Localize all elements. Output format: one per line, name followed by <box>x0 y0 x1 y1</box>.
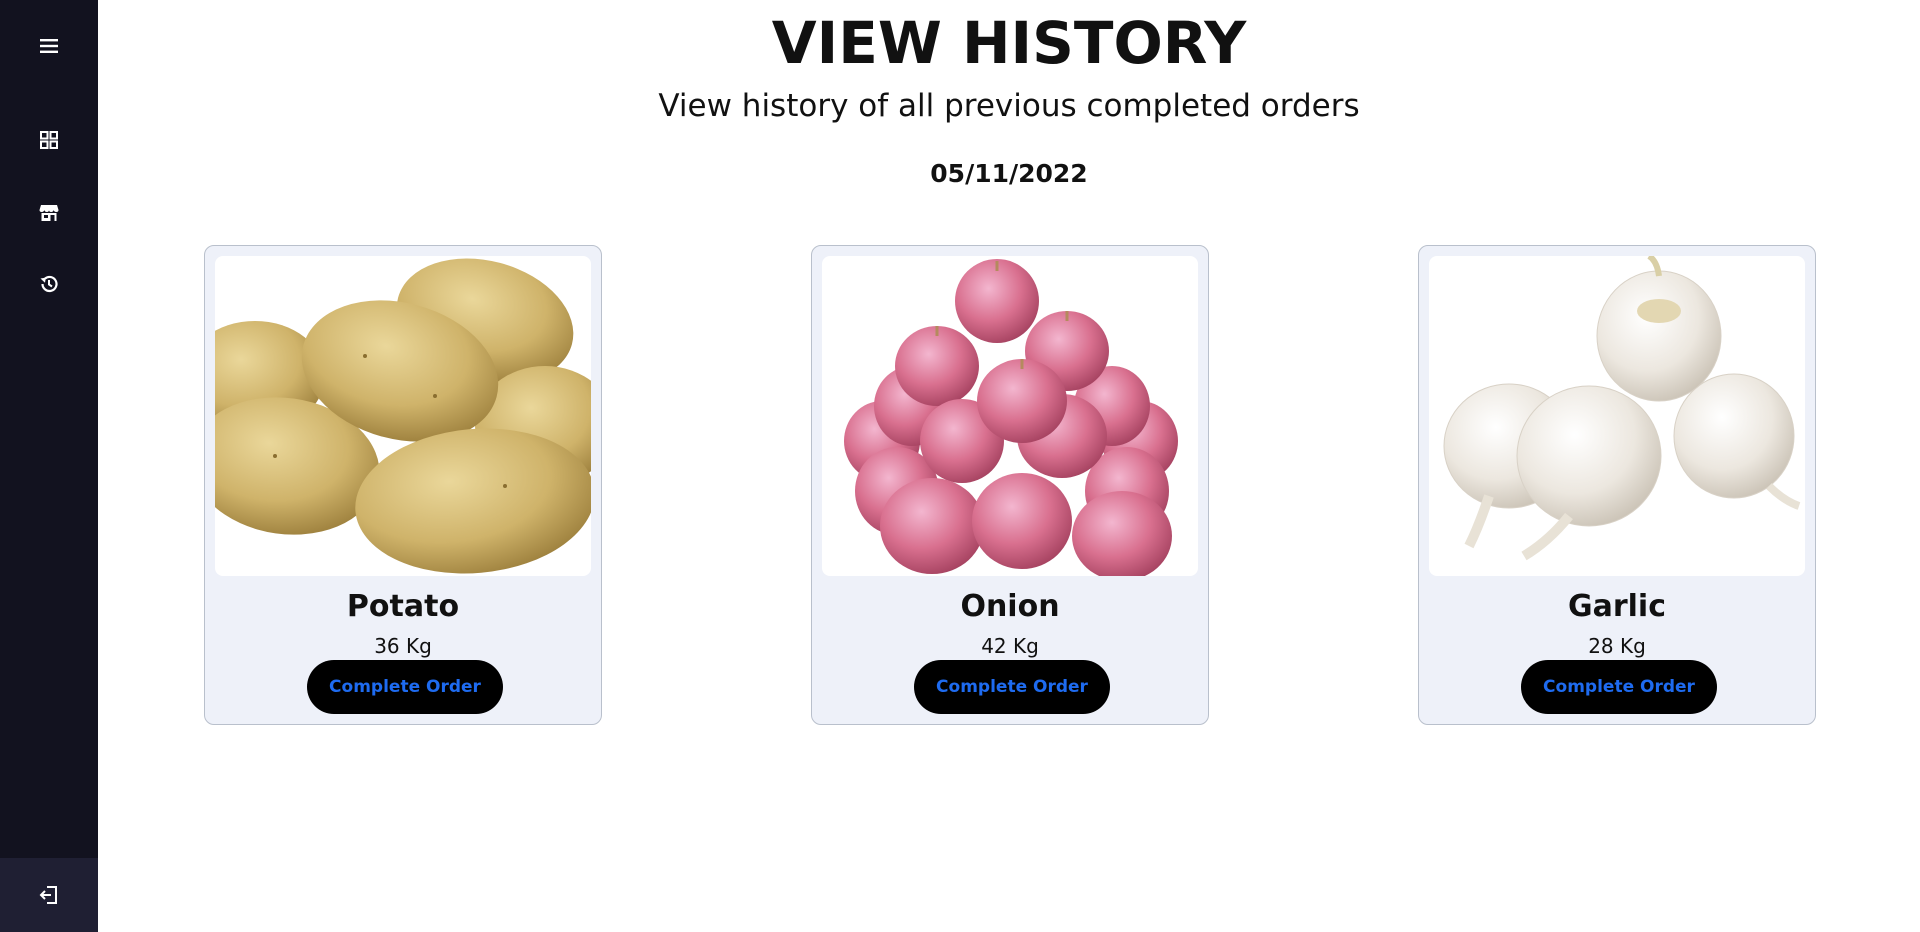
menu-icon <box>40 39 58 53</box>
order-quantity: 36 Kg <box>374 634 432 658</box>
order-card-potato: Potato 36 Kg Complete Order <box>204 245 602 725</box>
order-quantity: 28 Kg <box>1588 634 1646 658</box>
order-name: Onion <box>960 589 1060 624</box>
order-name: Garlic <box>1567 589 1666 624</box>
garlic-image <box>1429 256 1805 576</box>
dashboard-grid-icon <box>40 131 58 149</box>
sidebar-item-history[interactable] <box>0 248 98 320</box>
complete-order-button[interactable]: Complete Order <box>914 660 1110 714</box>
page-title: VIEW HISTORY <box>771 9 1247 77</box>
order-card-onion: Onion 42 Kg Complete Order <box>811 245 1209 725</box>
order-card-garlic: Garlic 28 Kg Complete Order <box>1418 245 1816 725</box>
main-content: VIEW HISTORY View history of all previou… <box>98 0 1920 932</box>
history-icon <box>40 275 58 293</box>
order-quantity: 42 Kg <box>981 634 1039 658</box>
sidebar <box>0 0 98 932</box>
page-subtitle: View history of all previous completed o… <box>658 88 1360 124</box>
onion-image <box>822 256 1198 576</box>
logout-button[interactable] <box>0 858 98 932</box>
sidebar-item-dashboard[interactable] <box>0 104 98 176</box>
history-date: 05/11/2022 <box>930 159 1088 188</box>
sidebar-item-store[interactable] <box>0 176 98 248</box>
menu-button[interactable] <box>0 10 98 82</box>
complete-order-button[interactable]: Complete Order <box>1521 660 1717 714</box>
logout-icon <box>39 886 57 904</box>
potato-image <box>215 256 591 576</box>
order-name: Potato <box>346 589 460 624</box>
complete-order-button[interactable]: Complete Order <box>307 660 503 714</box>
store-icon <box>39 205 59 221</box>
